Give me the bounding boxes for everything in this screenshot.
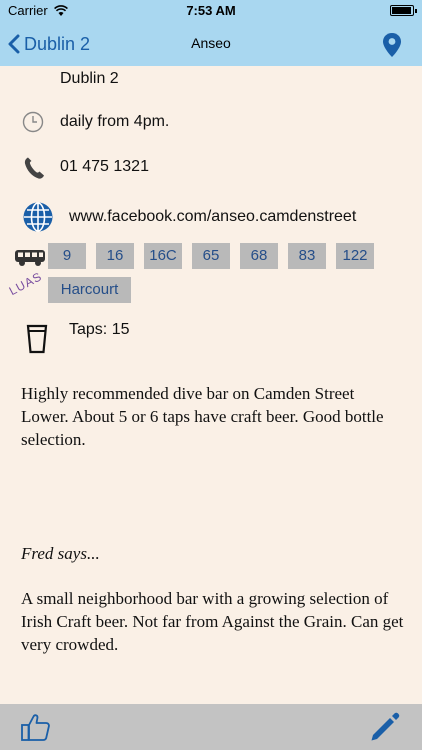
venue-description: Highly recommended dive bar on Camden St…: [21, 384, 384, 449]
clock-time: 7:53 AM: [186, 3, 236, 18]
bus-route-83[interactable]: 83: [288, 243, 326, 269]
bus-route-65[interactable]: 65: [192, 243, 230, 269]
phone-icon: [24, 157, 44, 179]
luas-stop-harcourt[interactable]: Harcourt: [48, 277, 131, 303]
chevron-left-icon: [8, 34, 20, 54]
address-row: Dublin 2: [0, 70, 422, 92]
back-button-label: Dublin 2: [24, 33, 91, 54]
phone-number: 01 475 1321: [60, 158, 149, 175]
taps-row: Taps: 15: [0, 321, 422, 356]
clock-icon: [22, 111, 44, 133]
battery-icon: [390, 5, 417, 16]
address-text: Dublin 2: [60, 70, 119, 87]
luas-logo: LUAS: [6, 269, 45, 299]
thumbs-up-icon[interactable]: [20, 712, 52, 742]
website-link[interactable]: www.facebook.com/anseo.camdenstreet: [69, 208, 356, 226]
review-text: A small neighborhood bar with a growing …: [21, 589, 404, 654]
website-row[interactable]: www.facebook.com/anseo.camdenstreet: [0, 200, 422, 234]
map-pin-icon[interactable]: [382, 32, 402, 58]
bus-icon: [15, 250, 45, 266]
bottom-toolbar: [0, 704, 422, 750]
pint-glass-icon: [26, 324, 48, 354]
navigation-bar: Dublin 2 Anseo: [0, 22, 422, 66]
venue-details: Dublin 2 daily from 4pm. 01 475 1321 www…: [0, 66, 422, 704]
hours-row: daily from 4pm.: [0, 110, 422, 136]
bus-route-122[interactable]: 122: [336, 243, 374, 269]
luas-row: LUAS Harcourt: [0, 269, 422, 305]
bus-route-16c[interactable]: 16C: [144, 243, 182, 269]
globe-icon: [23, 202, 53, 232]
taps-count: Taps: 15: [69, 321, 130, 338]
hours-text: daily from 4pm.: [60, 113, 170, 130]
bus-route-9[interactable]: 9: [48, 243, 86, 269]
bus-route-16[interactable]: 16: [96, 243, 134, 269]
back-button[interactable]: Dublin 2: [8, 30, 90, 58]
bus-route-68[interactable]: 68: [240, 243, 278, 269]
status-bar: Carrier 7:53 AM: [0, 0, 422, 22]
bus-routes-row: 9 16 16C 65 68 83 122: [0, 243, 422, 271]
phone-row[interactable]: 01 475 1321: [0, 154, 422, 182]
review-author: Fred says...: [21, 544, 100, 563]
pencil-icon[interactable]: [368, 710, 402, 744]
